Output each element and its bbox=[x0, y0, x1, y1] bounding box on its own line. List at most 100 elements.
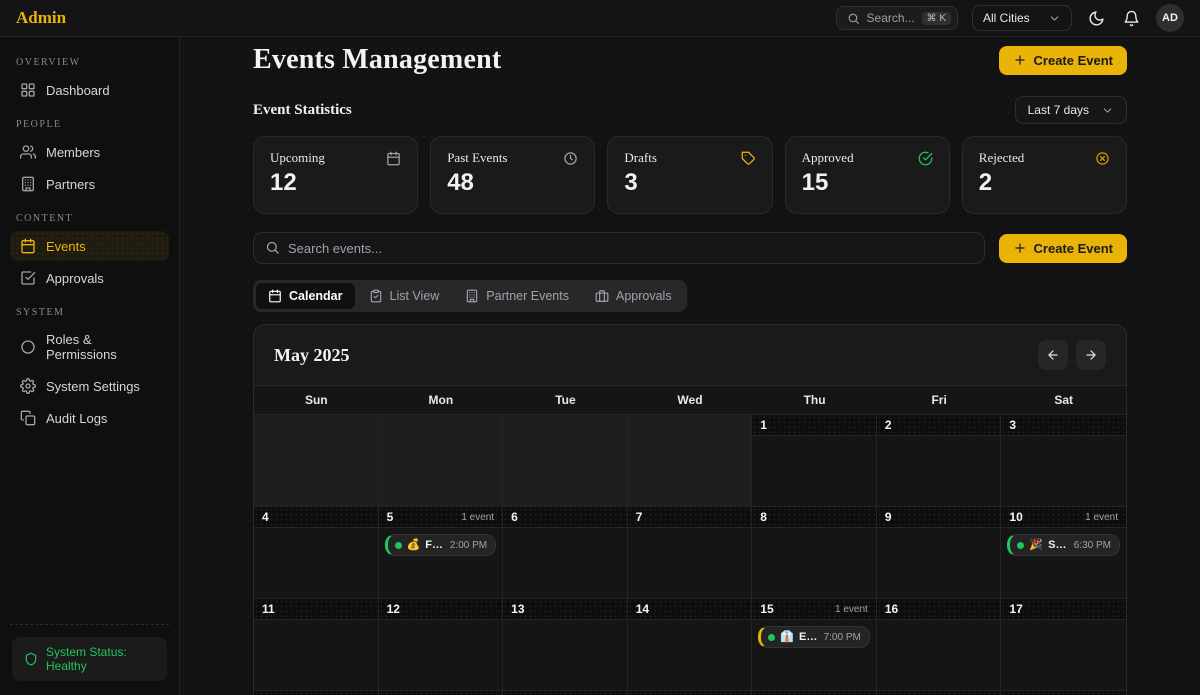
notifications-button[interactable] bbox=[1121, 8, 1142, 29]
sidebar-item-members[interactable]: Members bbox=[10, 137, 169, 167]
day-cell-5[interactable]: 51 event💰Financial W...2:00 PM bbox=[379, 507, 504, 599]
day-cell-1[interactable]: 1 bbox=[752, 415, 877, 507]
sidebar-item-events[interactable]: Events bbox=[10, 231, 169, 261]
sidebar-item-partners[interactable]: Partners bbox=[10, 169, 169, 199]
city-filter-select[interactable]: All Cities bbox=[972, 5, 1072, 31]
grid-icon bbox=[20, 82, 36, 98]
weekday-label-sat: Sat bbox=[1001, 386, 1126, 414]
tab-label: Approvals bbox=[616, 289, 672, 303]
day-cell-7[interactable]: 7 bbox=[628, 507, 753, 599]
clock-icon bbox=[563, 151, 578, 166]
day-cell-20[interactable]: 20 bbox=[503, 691, 628, 695]
day-cell-11[interactable]: 11 bbox=[254, 599, 379, 691]
sidebar-item-dashboard[interactable]: Dashboard bbox=[10, 75, 169, 105]
day-cell-14[interactable]: 14 bbox=[628, 599, 753, 691]
day-cell-10[interactable]: 101 event 🎉Spring Fas...6:30 PM bbox=[1001, 507, 1126, 599]
stat-card-drafts: Drafts3 bbox=[607, 136, 772, 214]
event-time: 7:00 PM bbox=[824, 632, 861, 643]
day-cell-19[interactable]: 19 bbox=[379, 691, 504, 695]
day-cell-2[interactable]: 2 bbox=[877, 415, 1002, 507]
day-cell-3[interactable]: 3 bbox=[1001, 415, 1126, 507]
create-event-label: Create Event bbox=[1034, 53, 1113, 68]
stat-label: Past Events bbox=[447, 150, 507, 166]
building-icon bbox=[465, 289, 479, 303]
next-month-button[interactable] bbox=[1076, 340, 1106, 370]
day-number: 1 bbox=[760, 418, 767, 432]
events-search-input[interactable] bbox=[253, 232, 985, 264]
day-number: 15 bbox=[760, 602, 773, 616]
day-strip: 101 event bbox=[1001, 507, 1126, 528]
calendar-nav bbox=[1038, 340, 1106, 370]
stat-card-top: Drafts bbox=[624, 150, 755, 166]
day-event-count: 1 event bbox=[835, 604, 868, 615]
day-cell-18[interactable]: 181 event🧘Wellness Re...9:00 AM bbox=[254, 691, 379, 695]
day-cell-13[interactable]: 13 bbox=[503, 599, 628, 691]
tab-approvals[interactable]: Approvals bbox=[583, 283, 684, 309]
bell-icon bbox=[1123, 10, 1140, 27]
theme-toggle-button[interactable] bbox=[1086, 8, 1107, 29]
create-event-label: Create Event bbox=[1034, 241, 1113, 256]
sidebar-item-audit-logs[interactable]: Audit Logs bbox=[10, 403, 169, 433]
day-strip: 20 bbox=[503, 691, 627, 695]
day-cell-outside bbox=[628, 415, 753, 507]
stat-card-top: Upcoming bbox=[270, 150, 401, 166]
events-toolbar: Create Event bbox=[253, 232, 1127, 264]
sidebar: OverviewDashboardPeopleMembersPartnersCo… bbox=[0, 37, 180, 695]
sidebar-item-system-settings[interactable]: System Settings bbox=[10, 371, 169, 401]
day-cell-21[interactable]: 21 bbox=[628, 691, 753, 695]
day-strip: 15 1 event bbox=[752, 599, 876, 620]
day-cell-22[interactable]: 221 event🍷Wine Tasti...5:00 PM bbox=[752, 691, 877, 695]
moon-icon bbox=[1088, 10, 1105, 27]
day-strip: 16 bbox=[877, 599, 1001, 620]
event-time: 2:00 PM bbox=[450, 540, 487, 551]
event-chip-spring-fas[interactable]: 🎉Spring Fas...6:30 PM bbox=[1007, 534, 1120, 556]
day-number: 2 bbox=[885, 418, 892, 432]
briefcase-icon bbox=[595, 289, 609, 303]
day-cell-12[interactable]: 12 bbox=[379, 599, 504, 691]
day-cell-6[interactable]: 6 bbox=[503, 507, 628, 599]
sidebar-item-label: Approvals bbox=[46, 271, 104, 286]
day-strip: 13 bbox=[503, 599, 627, 620]
sidebar-item-roles-permissions[interactable]: Roles & Permissions bbox=[10, 325, 169, 369]
day-cell-8[interactable]: 8 bbox=[752, 507, 877, 599]
check-square-icon bbox=[20, 270, 36, 286]
calendar-icon bbox=[268, 289, 282, 303]
day-cell-16[interactable]: 16 bbox=[877, 599, 1002, 691]
event-chip-executive[interactable]: 👔Executive ...7:00 PM bbox=[758, 626, 870, 648]
event-chip-financial-w[interactable]: 💰Financial W...2:00 PM bbox=[385, 534, 497, 556]
tab-calendar[interactable]: Calendar bbox=[256, 283, 355, 309]
topbar: Admin Search... ⌘ K All Cities AD bbox=[0, 0, 1200, 37]
plus-icon bbox=[1013, 241, 1027, 255]
day-strip: 17 bbox=[1001, 599, 1126, 620]
day-strip: 2 bbox=[877, 415, 1001, 436]
avatar[interactable]: AD bbox=[1156, 4, 1184, 32]
stat-card-top: Rejected bbox=[979, 150, 1110, 166]
day-cell-15[interactable]: 15 1 event 👔Executive ...7:00 PM bbox=[752, 599, 877, 691]
brand-logo[interactable]: Admin bbox=[16, 8, 66, 28]
sidebar-section-people: PeopleMembersPartners bbox=[10, 107, 169, 199]
date-range-select[interactable]: Last 7 days bbox=[1015, 96, 1127, 124]
global-search[interactable]: Search... ⌘ K bbox=[836, 6, 958, 30]
day-cell-4[interactable]: 4 bbox=[254, 507, 379, 599]
date-range-value: Last 7 days bbox=[1028, 103, 1089, 117]
day-number: 16 bbox=[885, 602, 898, 616]
users-icon bbox=[20, 144, 36, 160]
day-cell-24[interactable]: 24 bbox=[1001, 691, 1126, 695]
tab-partner-events[interactable]: Partner Events bbox=[453, 283, 581, 309]
sidebar-section-label: System bbox=[10, 295, 169, 325]
create-event-button[interactable]: Create Event bbox=[999, 234, 1127, 263]
day-cell-23[interactable]: 23 bbox=[877, 691, 1002, 695]
day-cell-9[interactable]: 9 bbox=[877, 507, 1002, 599]
create-event-button[interactable]: Create Event bbox=[999, 46, 1127, 75]
calendar-week-row: 181 event🧘Wellness Re...9:00 AM192021221… bbox=[254, 691, 1126, 695]
tab-list-view[interactable]: List View bbox=[357, 283, 452, 309]
system-status-badge: System Status: Healthy bbox=[12, 637, 167, 681]
day-number: 5 bbox=[387, 510, 394, 524]
day-cell-17[interactable]: 17 bbox=[1001, 599, 1126, 691]
stat-card-past-events: Past Events48 bbox=[430, 136, 595, 214]
prev-month-button[interactable] bbox=[1038, 340, 1068, 370]
stat-label: Approved bbox=[802, 150, 854, 166]
sidebar-item-label: Members bbox=[46, 145, 100, 160]
sidebar-item-approvals[interactable]: Approvals bbox=[10, 263, 169, 293]
sidebar-item-label: System Settings bbox=[46, 379, 140, 394]
